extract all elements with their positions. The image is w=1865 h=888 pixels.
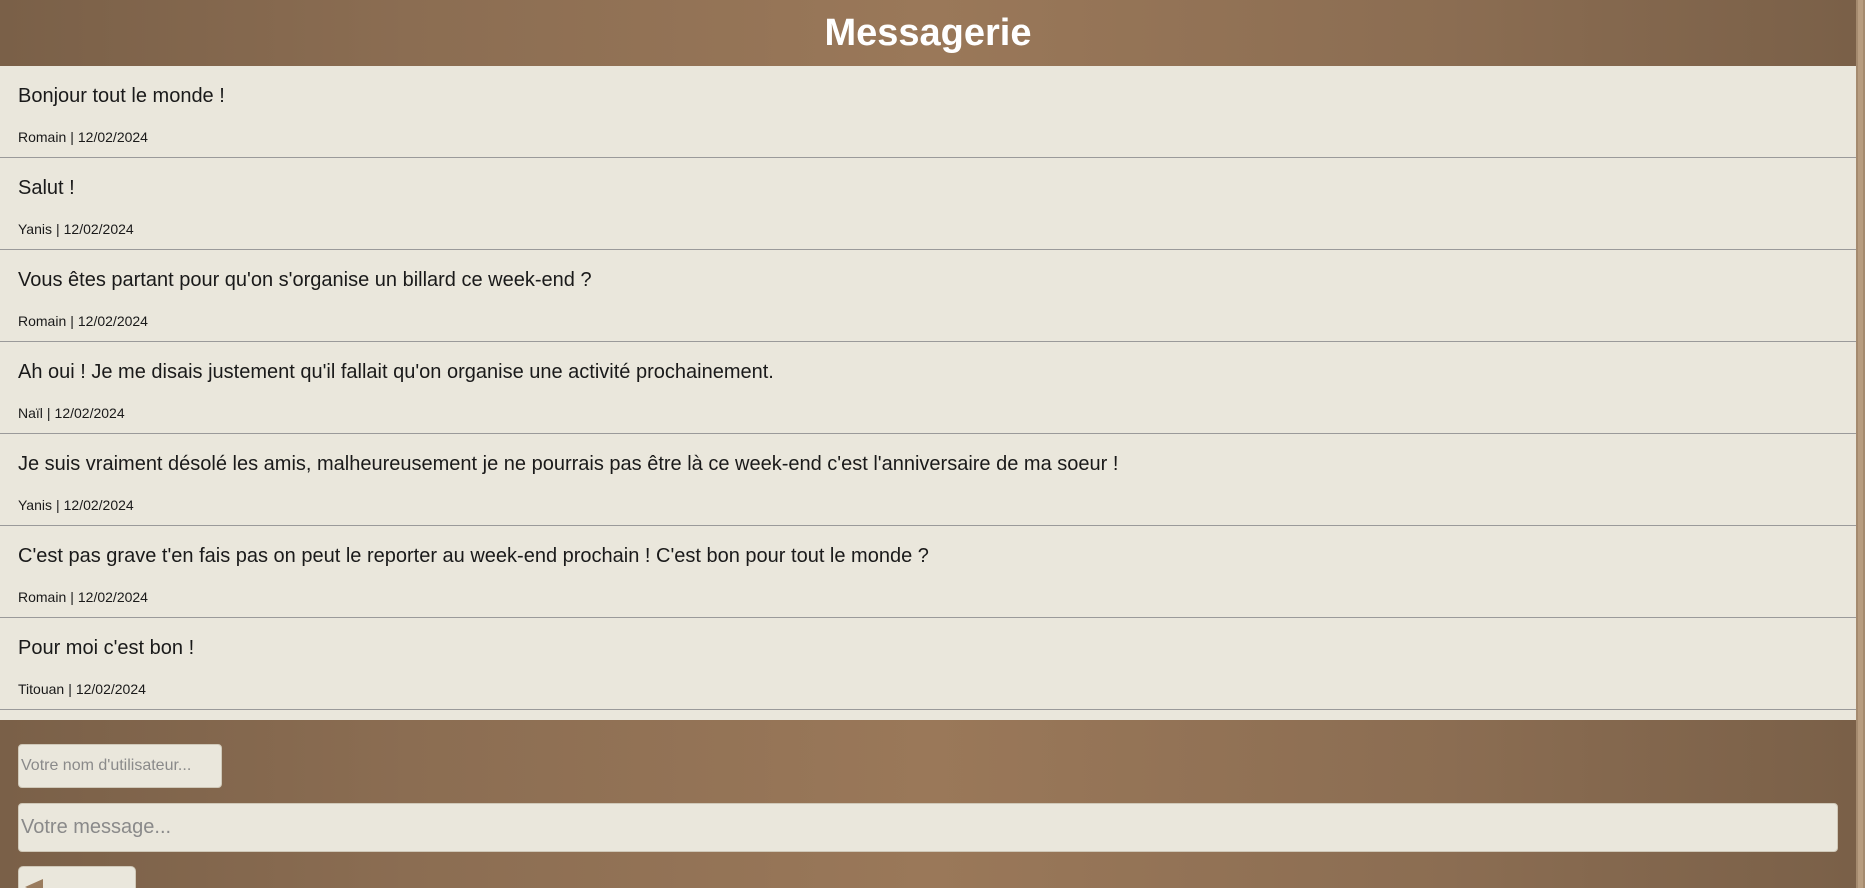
message-date: 12/02/2024 xyxy=(63,497,134,513)
message-text: Salut ! xyxy=(18,177,75,199)
message-date: 12/02/2024 xyxy=(77,129,148,145)
message-item: Vous êtes partant pour qu'on s'organise … xyxy=(0,250,1856,342)
message-item: C'est pas grave t'en fais pas on peut le… xyxy=(0,526,1856,618)
meta-separator: | xyxy=(55,221,60,237)
send-button[interactable] xyxy=(18,866,136,888)
message-meta: Romain | 12/02/2024 xyxy=(18,589,148,605)
message-input[interactable] xyxy=(18,803,1838,852)
message-author: Titouan xyxy=(18,681,65,697)
message-text: Vous êtes partant pour qu'on s'organise … xyxy=(18,269,592,291)
page-scrollbar[interactable] xyxy=(1856,0,1865,888)
message-date: 12/02/2024 xyxy=(77,589,148,605)
message-meta: Yanis | 12/02/2024 xyxy=(18,497,134,513)
message-date: 12/02/2024 xyxy=(63,221,134,237)
message-author: Yanis xyxy=(18,497,52,513)
message-item: Ah oui ! Je me disais justement qu'il fa… xyxy=(0,342,1856,434)
messaging-page: Messagerie Bonjour tout le monde ! Romai… xyxy=(0,0,1856,888)
page-header: Messagerie xyxy=(0,0,1856,66)
message-meta: Yanis | 12/02/2024 xyxy=(18,221,134,237)
message-date: 12/02/2024 xyxy=(77,313,148,329)
meta-separator: | xyxy=(70,589,74,605)
message-date: 12/02/2024 xyxy=(54,405,125,421)
message-form xyxy=(0,720,1856,888)
message-text: Ah oui ! Je me disais justement qu'il fa… xyxy=(18,361,774,383)
message-author: Romain xyxy=(18,129,67,145)
scrollbar-thumb[interactable] xyxy=(1858,0,1863,888)
message-author: Yanis xyxy=(18,221,52,237)
meta-separator: | xyxy=(46,405,51,421)
message-list[interactable]: Bonjour tout le monde ! Romain | 12/02/202… xyxy=(0,66,1856,720)
message-text: Je suis vraiment désolé les amis, malheu… xyxy=(18,453,1119,475)
message-text: C'est pas grave t'en fais pas on peut le… xyxy=(18,545,929,567)
message-date: 12/02/2024 xyxy=(75,681,146,697)
meta-separator: | xyxy=(55,497,60,513)
meta-separator: | xyxy=(68,681,72,697)
message-author: Naïl xyxy=(18,405,43,421)
message-item: Pour moi c'est bon ! Titouan | 12/02/2024 xyxy=(0,618,1856,710)
username-input[interactable] xyxy=(18,744,222,788)
message-item: Je suis vraiment désolé les amis, malheu… xyxy=(0,434,1856,526)
message-meta: Romain | 12/02/2024 xyxy=(18,313,148,329)
message-meta: Naïl | 12/02/2024 xyxy=(18,405,125,421)
meta-separator: | xyxy=(70,129,74,145)
meta-separator: | xyxy=(70,313,74,329)
message-item: Salut ! Yanis | 12/02/2024 xyxy=(0,158,1856,250)
message-item: Bonjour tout le monde ! Romain | 12/02/202… xyxy=(0,66,1856,158)
message-meta: Titouan | 12/02/2024 xyxy=(18,681,146,697)
message-author: Romain xyxy=(18,589,67,605)
send-icon xyxy=(25,878,43,888)
page-title: Messagerie xyxy=(824,11,1032,54)
message-author: Romain xyxy=(18,313,67,329)
message-text: Bonjour tout le monde ! xyxy=(18,85,225,107)
message-text: Pour moi c'est bon ! xyxy=(18,637,195,659)
message-meta: Romain | 12/02/2024 xyxy=(18,129,148,145)
